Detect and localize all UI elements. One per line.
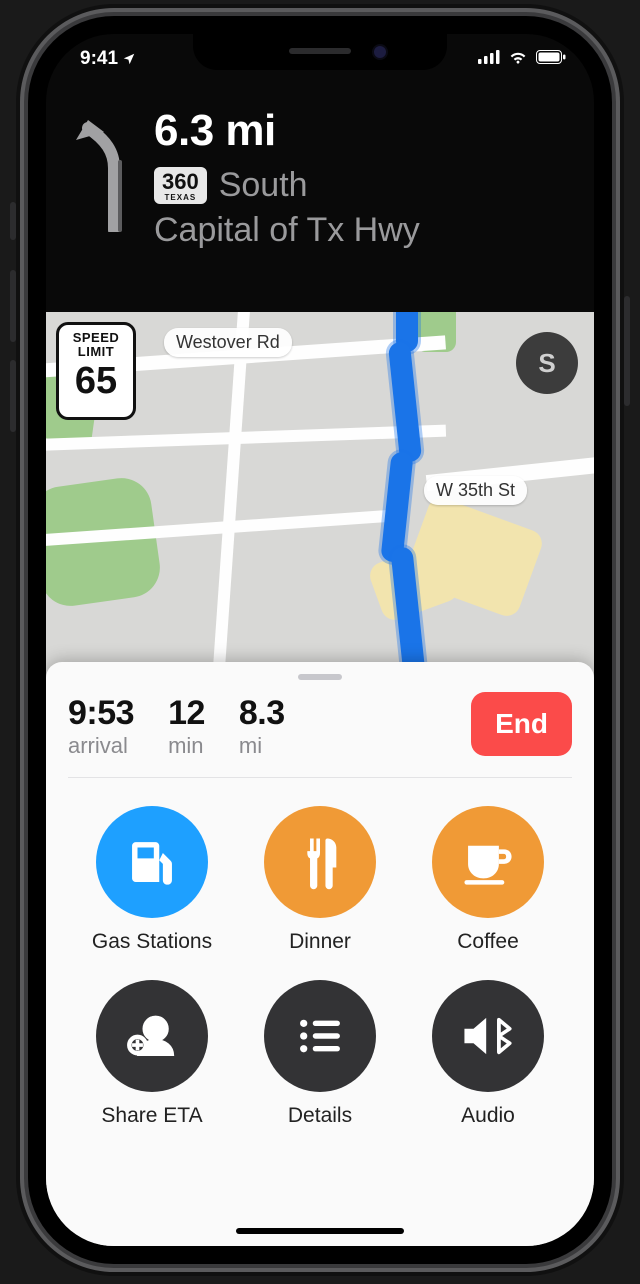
battery-icon [536, 50, 566, 64]
drag-handle[interactable] [298, 674, 342, 680]
power-button[interactable] [624, 296, 630, 406]
share-eta-label: Share ETA [68, 1104, 236, 1128]
coffee-button[interactable]: Coffee [404, 806, 572, 954]
speaker-bluetooth-icon [432, 980, 544, 1092]
dinner-button[interactable]: Dinner [236, 806, 404, 954]
wifi-icon [508, 50, 528, 64]
location-icon [122, 52, 136, 66]
compass-heading: S [538, 348, 555, 379]
compass-button[interactable]: S [516, 332, 578, 394]
route-direction: South [219, 166, 308, 205]
distance-label: mi [239, 733, 285, 759]
volume-up-button[interactable] [10, 270, 16, 342]
details-button[interactable]: Details [236, 980, 404, 1128]
distance-stat: 8.3 mi [239, 694, 285, 759]
road-name: Capital of Tx Hwy [154, 211, 570, 250]
share-eta-icon [96, 980, 208, 1092]
details-label: Details [236, 1104, 404, 1128]
audio-label: Audio [404, 1104, 572, 1128]
gas-stations-label: Gas Stations [68, 930, 236, 954]
duration-label: min [168, 733, 205, 759]
mute-switch[interactable] [10, 202, 16, 240]
map-label-w35th: W 35th St [424, 476, 527, 505]
screen: 9:41 [46, 34, 594, 1246]
coffee-cup-icon [432, 806, 544, 918]
distance-value: 8.3 [239, 694, 285, 733]
cellular-icon [478, 50, 500, 64]
coffee-label: Coffee [404, 930, 572, 954]
home-indicator[interactable] [236, 1228, 404, 1234]
notch [193, 34, 447, 70]
status-time: 9:41 [80, 48, 118, 70]
turn-left-icon [70, 106, 138, 312]
gas-stations-button[interactable]: Gas Stations [68, 806, 236, 954]
speed-limit-sign: SPEEDLIMIT 65 [56, 322, 136, 420]
arrival-stat: 9:53 arrival [68, 694, 134, 759]
gas-pump-icon [96, 806, 208, 918]
audio-button[interactable]: Audio [404, 980, 572, 1128]
end-route-button[interactable]: End [471, 692, 572, 756]
arrival-label: arrival [68, 733, 134, 759]
dinner-label: Dinner [236, 930, 404, 954]
share-eta-button[interactable]: Share ETA [68, 980, 236, 1128]
iphone-frame: 9:41 [28, 16, 612, 1264]
speed-limit-value: 65 [59, 362, 133, 400]
fork-knife-icon [264, 806, 376, 918]
map-label-westover: Westover Rd [164, 328, 292, 357]
trip-summary-row: 9:53 arrival 12 min 8.3 mi End [68, 694, 572, 778]
quick-actions-grid: Gas Stations Dinner [68, 806, 572, 1128]
arrival-time: 9:53 [68, 694, 134, 733]
route-card[interactable]: 9:53 arrival 12 min 8.3 mi End [46, 662, 594, 1246]
duration-stat: 12 min [168, 694, 205, 759]
next-turn-distance: 6.3 mi [154, 106, 570, 156]
volume-down-button[interactable] [10, 360, 16, 432]
speed-limit-label: SPEEDLIMIT [59, 331, 133, 358]
duration-value: 12 [168, 694, 205, 733]
route-shield-state: TEXAS [162, 194, 199, 202]
route-shield-number: 360 [162, 169, 199, 194]
route-shield: 360 TEXAS [154, 167, 207, 204]
list-icon [264, 980, 376, 1092]
